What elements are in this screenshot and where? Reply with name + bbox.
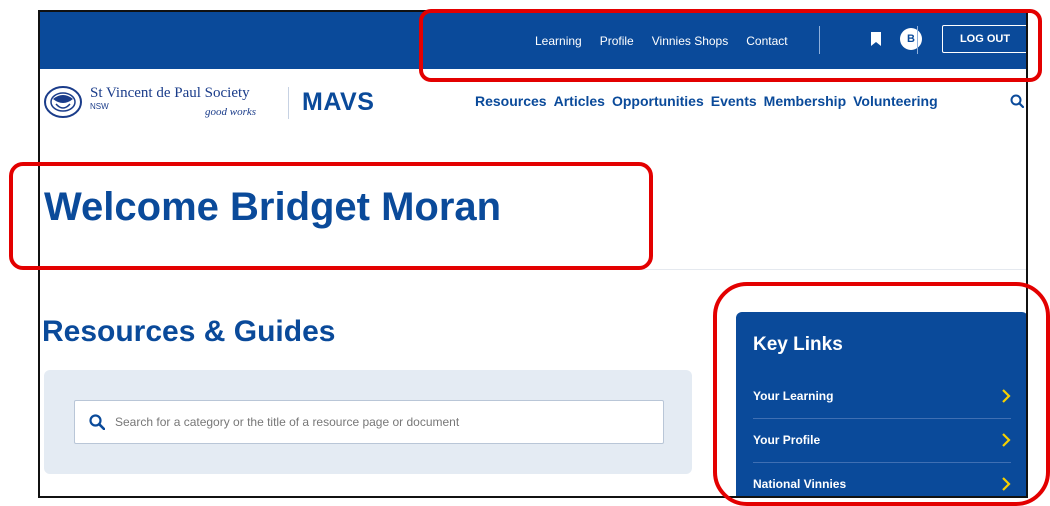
org-region: NSW [90,102,109,111]
main-nav: Resources Articles Opportunities Events … [475,93,938,109]
highlight-box-key-links [713,282,1050,506]
org-tagline: good works [205,106,257,118]
search-icon[interactable] [1010,94,1024,108]
main-nav-events[interactable]: Events [711,93,757,109]
org-name: St Vincent de Paul Society [90,85,250,101]
resources-title: Resources & Guides [42,315,336,348]
highlight-box-utility-nav [419,9,1042,82]
highlight-box-welcome [9,162,653,270]
resource-search-box[interactable] [74,400,664,444]
brand-name[interactable]: MAVS [302,88,374,117]
resource-search-panel [44,370,692,474]
resource-search-input[interactable] [113,414,657,430]
main-nav-opportunities[interactable]: Opportunities [612,93,704,109]
main-nav-resources[interactable]: Resources [475,93,547,109]
main-nav-membership[interactable]: Membership [764,93,846,109]
main-nav-volunteering[interactable]: Volunteering [853,93,938,109]
svdp-logo-icon[interactable] [43,85,83,119]
main-nav-articles[interactable]: Articles [554,93,605,109]
search-icon [89,414,105,430]
logo-divider [288,87,289,119]
